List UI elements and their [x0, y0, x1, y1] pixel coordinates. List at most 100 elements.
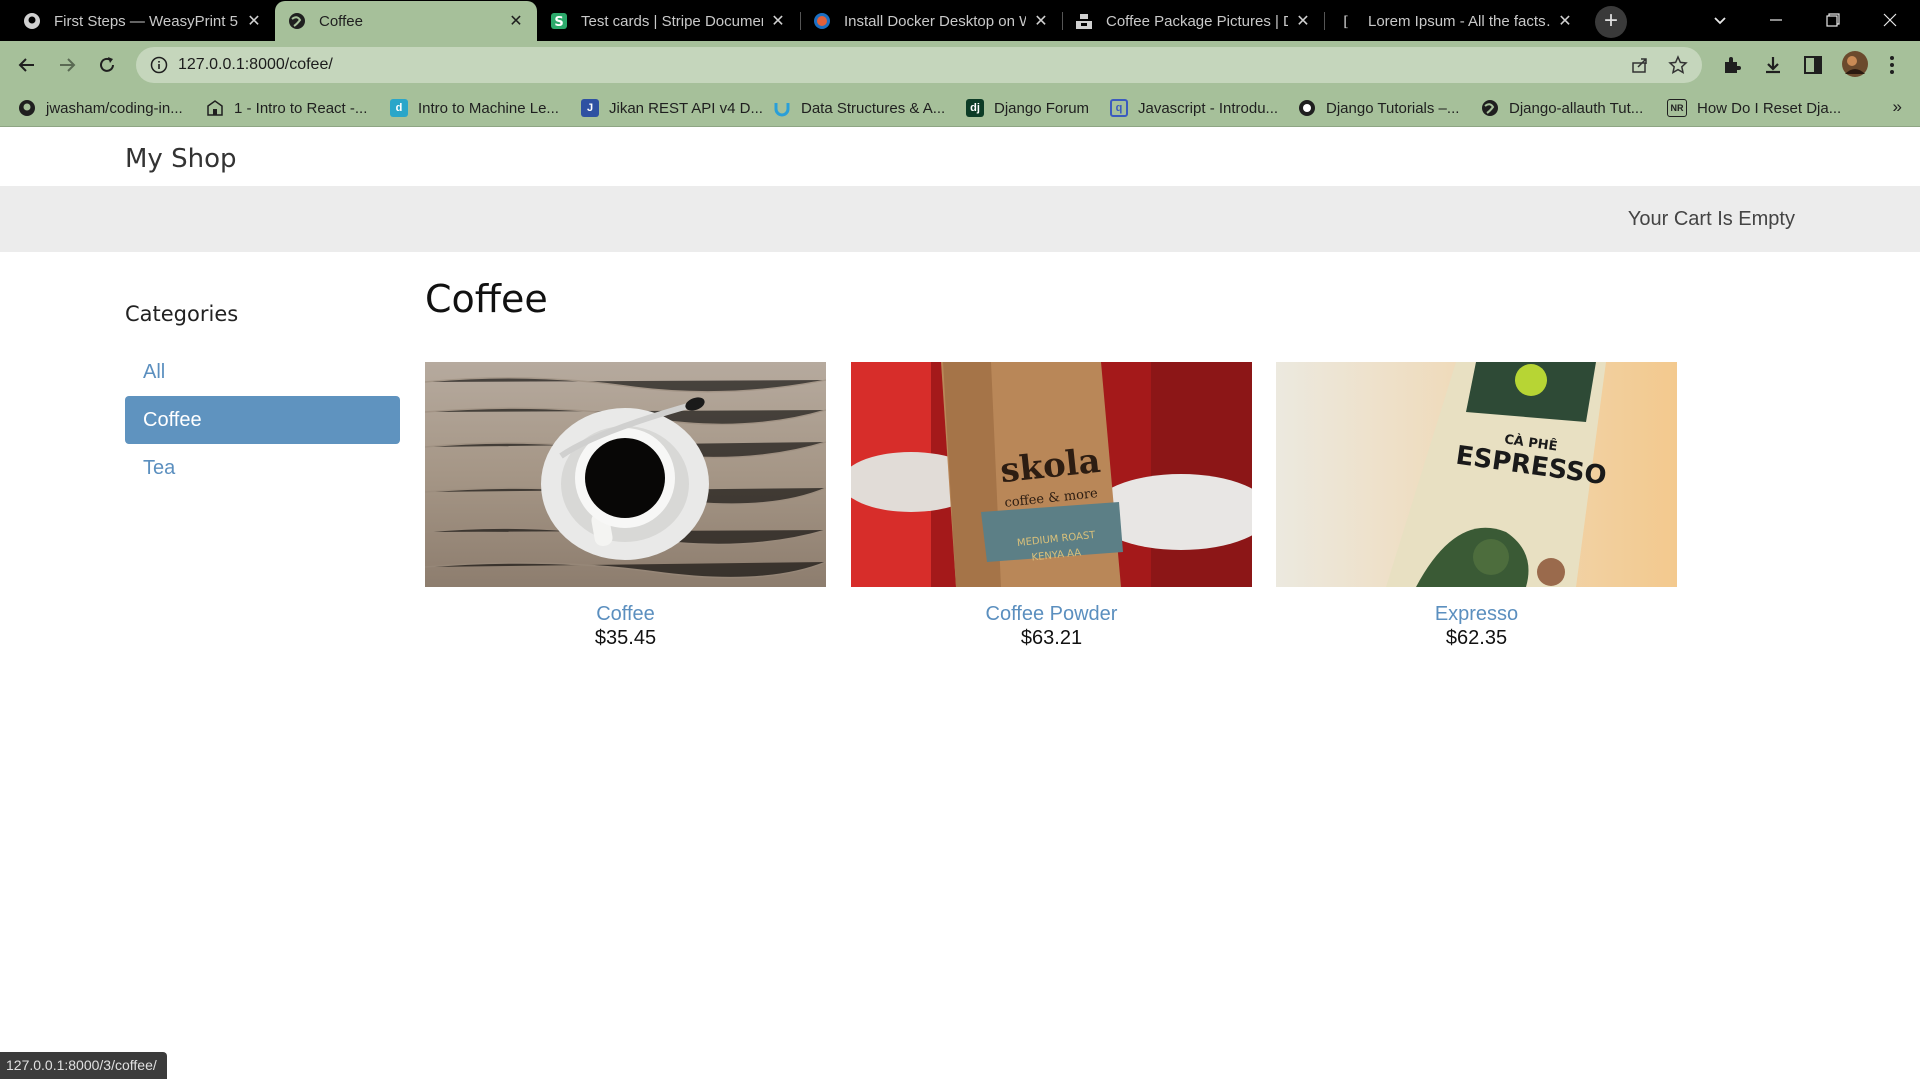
- product-name-link[interactable]: Coffee Powder: [851, 603, 1252, 626]
- product-card: skola coffee & more MEDIUM ROAST KENYA A…: [851, 362, 1252, 650]
- svg-text:[: [: [1343, 14, 1348, 30]
- close-icon[interactable]: ✕: [507, 11, 525, 31]
- bookmark-label: Jikan REST API v4 D...: [609, 99, 763, 117]
- bookmark-item[interactable]: dj Django Forum: [966, 97, 1089, 119]
- restore-button[interactable]: [1805, 0, 1861, 40]
- bookmark-label: How Do I Reset Dja...: [1697, 99, 1842, 117]
- share-icon[interactable]: [1630, 55, 1650, 80]
- close-icon[interactable]: ✕: [245, 11, 263, 31]
- download-icon[interactable]: [1761, 53, 1785, 77]
- tab-weasyprint[interactable]: First Steps — WeasyPrint 5… ✕: [10, 1, 275, 41]
- forward-button[interactable]: [51, 49, 83, 81]
- stripe-icon: S: [549, 11, 569, 31]
- avatar[interactable]: [1840, 49, 1870, 79]
- bookmark-star-icon[interactable]: [1668, 55, 1688, 80]
- d-icon: d: [390, 99, 408, 117]
- tab-title: First Steps — WeasyPrint 5…: [54, 12, 239, 30]
- product-price: $62.35: [1445, 627, 1508, 649]
- product-name-link[interactable]: Coffee: [425, 603, 826, 626]
- browser-toolbar: 127.0.0.1:8000/cofee/: [0, 41, 1920, 89]
- product-price: $63.21: [1020, 627, 1083, 649]
- globe-icon: [1481, 99, 1499, 117]
- product-card: CÀ PHÊ ESPRESSO Expresso $62.35: [1276, 362, 1677, 650]
- tab-search-icon[interactable]: [1692, 0, 1748, 40]
- tab-title: Lorem Ipsum - All the facts…: [1368, 12, 1550, 30]
- category-coffee[interactable]: Coffee: [125, 396, 400, 444]
- product-card: Coffee $35.45: [425, 362, 826, 650]
- lorem-icon: [: [1336, 11, 1356, 31]
- tab-title: Coffee: [319, 12, 363, 30]
- bookmark-label: jwasham/coding-in...: [46, 99, 183, 117]
- page-content: My Shop Your Cart Is Empty Categories Al…: [0, 127, 1920, 1080]
- close-icon[interactable]: ✕: [769, 11, 787, 31]
- bookmark-item[interactable]: Django-allauth Tut...: [1481, 97, 1643, 119]
- globe-icon: [287, 11, 307, 31]
- cart-bar: Your Cart Is Empty: [0, 186, 1920, 252]
- coffee-cup-photo[interactable]: [425, 362, 826, 587]
- school-icon: [206, 99, 224, 117]
- tab-docker[interactable]: Install Docker Desktop on W… ✕: [800, 1, 1062, 41]
- sidebar-title: Categories: [125, 302, 239, 326]
- bookmark-label: Javascript - Introdu...: [1138, 99, 1279, 117]
- unsplash-icon: [1074, 11, 1094, 31]
- back-button[interactable]: [11, 49, 43, 81]
- close-icon[interactable]: ✕: [1294, 11, 1312, 31]
- close-window-button[interactable]: [1862, 0, 1918, 40]
- more-bookmarks-icon[interactable]: »: [1893, 97, 1902, 117]
- tab-lorem[interactable]: [ Lorem Ipsum - All the facts… ✕: [1324, 1, 1586, 41]
- tab-title: Test cards | Stripe Documen…: [581, 12, 763, 30]
- product-name-link[interactable]: Expresso: [1276, 603, 1677, 626]
- close-icon[interactable]: ✕: [1032, 11, 1050, 31]
- github-icon: [22, 11, 42, 31]
- bookmark-label: Django Forum: [994, 99, 1090, 117]
- tab-strip: First Steps — WeasyPrint 5… ✕ Coffee ✕ S…: [0, 0, 1920, 41]
- docker-icon: [812, 11, 832, 31]
- bookmark-label: Intro to Machine Le...: [418, 99, 559, 117]
- udemy-icon: [773, 99, 791, 117]
- menu-kebab-icon[interactable]: [1880, 53, 1904, 77]
- q-icon: q: [1110, 99, 1128, 117]
- python-icon: [1298, 99, 1316, 117]
- tab-title: Install Docker Desktop on W…: [844, 12, 1026, 30]
- bookmark-item[interactable]: Django Tutorials –...: [1298, 97, 1459, 119]
- tab-stripe[interactable]: S Test cards | Stripe Documen… ✕: [537, 1, 799, 41]
- url-text[interactable]: 127.0.0.1:8000/cofee/: [178, 56, 333, 74]
- bookmark-label: Django Tutorials –...: [1326, 99, 1460, 117]
- extensions-icon[interactable]: [1720, 53, 1744, 77]
- product-price: $35.45: [594, 627, 657, 649]
- bookmark-item[interactable]: NR How Do I Reset Dja...: [1667, 97, 1841, 119]
- tab-title: Coffee Package Pictures | D…: [1106, 12, 1288, 30]
- bookmark-item[interactable]: d Intro to Machine Le...: [390, 97, 559, 119]
- side-panel-icon[interactable]: [1801, 53, 1825, 77]
- category-sidebar: Categories All Coffee Tea: [125, 302, 400, 492]
- new-tab-button[interactable]: +: [1595, 6, 1627, 38]
- bookmark-item[interactable]: q Javascript - Introdu...: [1110, 97, 1278, 119]
- category-all[interactable]: All: [125, 348, 400, 396]
- product-list: Coffee Coffee $35.45 skola coffee & more…: [425, 277, 1677, 649]
- bookmark-item[interactable]: 1 - Intro to React -...: [206, 97, 367, 119]
- minimize-button[interactable]: [1748, 0, 1804, 40]
- site-logo[interactable]: My Shop: [125, 144, 236, 174]
- category-tea[interactable]: Tea: [125, 444, 400, 492]
- svg-text:S: S: [554, 15, 563, 30]
- page-title: Coffee: [425, 277, 548, 321]
- cart-status: Your Cart Is Empty: [1627, 208, 1795, 230]
- tab-coffee[interactable]: Coffee ✕: [275, 1, 537, 41]
- bookmark-label: Django-allauth Tut...: [1509, 99, 1644, 117]
- status-bar-url: 127.0.0.1:8000/3/coffee/: [0, 1052, 167, 1079]
- bookmarks-bar: jwasham/coding-in... 1 - Intro to React …: [0, 89, 1920, 127]
- tab-unsplash[interactable]: Coffee Package Pictures | D… ✕: [1062, 1, 1324, 41]
- espresso-pack-photo[interactable]: CÀ PHÊ ESPRESSO: [1276, 362, 1677, 587]
- j-icon: J: [581, 99, 599, 117]
- bookmark-item[interactable]: jwasham/coding-in...: [18, 97, 183, 119]
- close-icon[interactable]: ✕: [1556, 11, 1574, 31]
- coffee-bag-photo[interactable]: skola coffee & more MEDIUM ROAST KENYA A…: [851, 362, 1252, 587]
- info-icon[interactable]: [150, 56, 168, 79]
- bookmark-label: Data Structures & A...: [801, 99, 946, 117]
- bookmark-item[interactable]: Data Structures & A...: [773, 97, 945, 119]
- django-icon: dj: [966, 99, 984, 117]
- reload-button[interactable]: [91, 49, 123, 81]
- address-bar[interactable]: 127.0.0.1:8000/cofee/: [136, 47, 1702, 83]
- bookmark-item[interactable]: J Jikan REST API v4 D...: [581, 97, 763, 119]
- bookmark-label: 1 - Intro to React -...: [234, 99, 368, 117]
